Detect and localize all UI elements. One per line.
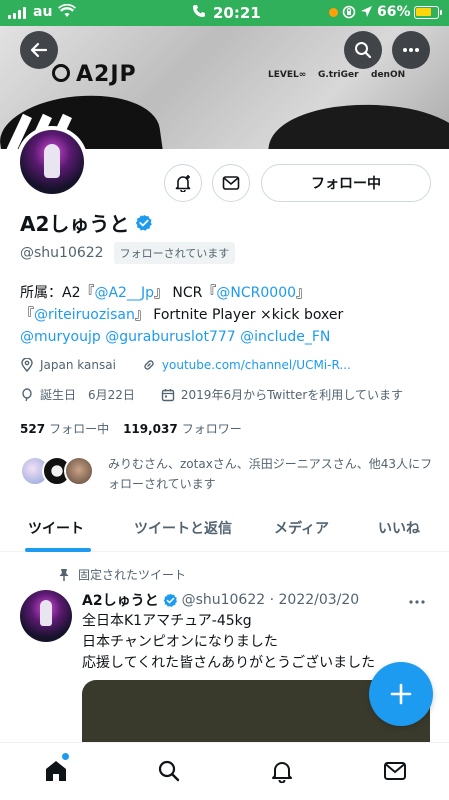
- search-button[interactable]: [344, 31, 382, 69]
- tweet-body: 全日本K1アマチュア-45kg 日本チャンピオンになりました 応援してくれた皆さ…: [82, 611, 432, 674]
- call-icon: [192, 4, 206, 22]
- bio-mention-riteiruozisan[interactable]: @riteiruozisan: [34, 307, 135, 323]
- bio-text: 』: [296, 285, 311, 301]
- more-horizontal-icon: [403, 48, 419, 52]
- bio-mention-guraburuslot[interactable]: @guraburuslot777: [105, 329, 235, 345]
- tweet-header: A2しゅうと @shu10622 · 2022/03/20: [82, 590, 359, 610]
- tab-media[interactable]: メディア: [274, 518, 329, 538]
- message-button[interactable]: [212, 164, 250, 202]
- following-count: 527: [20, 422, 46, 436]
- followers-you-know-text[interactable]: みりむさん、zotaxさん、浜田ジーニアスさん、他43人にフォローされています: [108, 454, 438, 494]
- profile-joined-date: 2019年6月からTwitterを利用しています: [180, 388, 403, 402]
- profile-birthday: 誕生日 6月22日: [40, 388, 135, 402]
- active-tab-indicator: [25, 548, 91, 552]
- battery-icon: [414, 6, 442, 19]
- pin-icon: [59, 568, 69, 581]
- arrow-left-icon: [30, 42, 48, 58]
- follows-you-badge: フォローされています: [113, 242, 236, 264]
- profile-website-link[interactable]: youtube.com/channel/UCMi-R...: [162, 358, 351, 372]
- bio-text: 所属：A2『: [20, 285, 95, 301]
- notifications-button[interactable]: [164, 164, 202, 202]
- meta-row-2: 誕生日 6月22日 2019年6月からTwitterを利用しています: [20, 386, 403, 403]
- wifi-icon: [58, 3, 76, 22]
- tweet-author-avatar[interactable]: [20, 590, 72, 642]
- team-logo-icon: [52, 64, 70, 82]
- signal-icon: [8, 6, 26, 19]
- handle-row: @shu10622 フォローされています: [20, 242, 236, 264]
- recording-dot-icon: [329, 8, 338, 17]
- bell-icon: [272, 762, 292, 783]
- tab-tweets[interactable]: ツイート: [28, 518, 84, 538]
- tweet-line: 全日本K1アマチュア-45kg: [82, 613, 252, 629]
- followers-count: 119,037: [123, 422, 178, 436]
- bio-mention-include-fn[interactable]: @include_FN: [240, 329, 330, 345]
- bio-line-3: @muryoujp @guraburuslot777 @include_FN: [20, 326, 435, 348]
- following-button[interactable]: フォロー中: [261, 164, 431, 202]
- nav-notifications[interactable]: [268, 757, 296, 785]
- tab-likes[interactable]: いいね: [378, 518, 420, 538]
- mail-icon: [384, 762, 406, 780]
- unread-dot: [62, 753, 69, 760]
- profile-handle: @shu10622: [20, 245, 104, 261]
- pinned-label: 固定されたツイート: [78, 568, 187, 582]
- avatar: [64, 456, 94, 486]
- bio-mention-a2-jp[interactable]: @A2__Jp: [94, 285, 154, 301]
- sponsor-2: G.triGer: [318, 70, 359, 80]
- tweet-more-button[interactable]: [408, 590, 426, 609]
- balloon-icon: [22, 387, 32, 401]
- verified-badge-icon: [163, 593, 177, 607]
- profile-avatar[interactable]: [16, 126, 88, 198]
- bio-mention-ncr[interactable]: @NCR0000: [216, 285, 296, 301]
- banner-logo: A2JP: [76, 62, 137, 87]
- bio-text: 』 Fortnite Player ×kick boxer: [134, 307, 344, 323]
- home-icon: [46, 761, 66, 781]
- followers-count-link[interactable]: 119,037 フォロワー: [123, 420, 242, 437]
- verified-badge-icon: [136, 214, 153, 231]
- tab-tweets-and-replies[interactable]: ツイートと返信: [134, 518, 232, 538]
- pinned-label-row: 固定されたツイート: [58, 566, 186, 583]
- tweet-line: 日本チャンピオンになりました: [82, 634, 278, 650]
- carrier-label: au: [33, 4, 53, 20]
- rotation-lock-icon: [342, 5, 356, 23]
- bottom-navigation: [0, 742, 449, 800]
- compose-tweet-button[interactable]: [369, 662, 433, 726]
- sponsor-3: denON: [371, 70, 406, 80]
- bell-plus-icon: [175, 175, 191, 192]
- following-count-link[interactable]: 527 フォロー中: [20, 420, 109, 437]
- follow-counts: 527 フォロー中 119,037 フォロワー: [20, 420, 242, 437]
- bio-line-2: 『@riteiruozisan』 Fortnite Player ×kick b…: [20, 304, 435, 326]
- status-bar: au 20:21 66%: [0, 0, 449, 26]
- following-label: フォロー中: [49, 422, 110, 436]
- profile-location: Japan kansai: [40, 358, 116, 372]
- tweet-handle-date: @shu10622 · 2022/03/20: [181, 592, 360, 608]
- mail-icon: [222, 176, 240, 190]
- followers-label: フォロワー: [181, 422, 242, 436]
- sponsor-1: LEVEL∞: [268, 70, 307, 80]
- avatar-image: [20, 130, 84, 194]
- location-pin-icon: [21, 358, 33, 372]
- calendar-icon: [161, 388, 175, 401]
- meta-row-1: Japan kansai youtube.com/channel/UCMi-R.…: [20, 358, 351, 372]
- battery-percent: 66%: [377, 4, 411, 20]
- bio-mention-muryoujp[interactable]: @muryoujp: [20, 329, 101, 345]
- more-horizontal-icon: [409, 600, 425, 604]
- search-icon: [355, 42, 372, 59]
- nav-messages[interactable]: [381, 757, 409, 785]
- profile-name: A2しゅうと: [20, 208, 153, 237]
- bio-text: 『: [20, 307, 34, 323]
- profile-tabs: ツイート ツイートと返信 メディア いいね: [0, 504, 449, 552]
- search-icon: [158, 760, 180, 782]
- nav-home[interactable]: [42, 757, 70, 785]
- back-button[interactable]: [20, 31, 58, 69]
- display-name: A2しゅうと: [20, 212, 130, 236]
- more-options-button[interactable]: [392, 31, 430, 69]
- link-icon: [144, 360, 154, 370]
- bio-text: 』 NCR『: [153, 285, 217, 301]
- clock-time: 20:21: [213, 4, 261, 22]
- location-icon: [360, 5, 373, 22]
- tweet-author-name[interactable]: A2しゅうと: [82, 590, 159, 610]
- plus-icon: [390, 683, 412, 705]
- bio-line-1: 所属：A2『@A2__Jp』 NCR『@NCR0000』: [20, 282, 435, 304]
- nav-search[interactable]: [155, 757, 183, 785]
